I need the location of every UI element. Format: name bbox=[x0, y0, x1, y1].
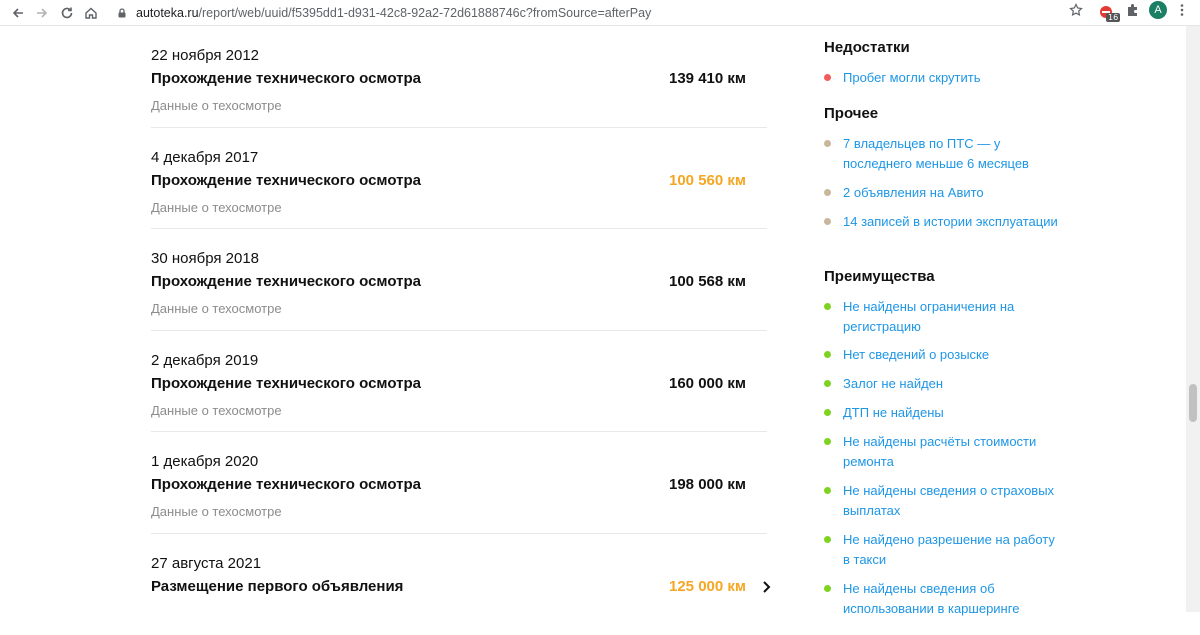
summary-section-title: Преимущества bbox=[824, 268, 935, 285]
extension-badge-count: 16 bbox=[1106, 13, 1120, 22]
history-event: 22 ноября 2012 Прохождение технического о… bbox=[151, 26, 767, 128]
summary-item-link[interactable]: Пробег могли скрутить bbox=[843, 68, 1063, 88]
event-title: Прохождение технического осмотра bbox=[151, 273, 421, 290]
event-subtitle: Данные о техосмотре bbox=[151, 98, 282, 113]
address-bar[interactable]: autoteka.ru/report/web/uuid/f5395dd1-d93… bbox=[108, 2, 1088, 24]
history-event: 2 декабря 2019 Прохождение технического о… bbox=[151, 331, 767, 433]
star-icon[interactable] bbox=[1066, 0, 1086, 20]
extension-icon[interactable]: 16 bbox=[1097, 6, 1117, 24]
summary-item-link[interactable]: 7 владельцев по ПТС — у последнего меньш… bbox=[843, 134, 1063, 173]
event-date: 22 ноября 2012 bbox=[151, 47, 259, 64]
page-scrollbar[interactable] bbox=[1186, 26, 1200, 612]
chevron-right-icon[interactable] bbox=[761, 580, 773, 594]
summary-item-link[interactable]: Залог не найден bbox=[843, 374, 1063, 394]
bullet-dot-icon bbox=[824, 380, 831, 387]
bullet-dot-icon bbox=[824, 74, 831, 81]
event-mileage: 100 560 км bbox=[669, 172, 746, 189]
event-date: 4 декабря 2017 bbox=[151, 149, 258, 166]
back-arrow-icon[interactable] bbox=[8, 3, 28, 23]
reload-icon[interactable] bbox=[57, 3, 77, 23]
summary-item-link[interactable]: 2 объявления на Авито bbox=[843, 183, 1063, 203]
bullet-dot-icon bbox=[824, 585, 831, 592]
history-event[interactable]: 27 августа 2021 Размещение первого объявл… bbox=[151, 534, 767, 635]
summary-item-link[interactable]: ДТП не найдены bbox=[843, 403, 1063, 423]
event-date: 27 августа 2021 bbox=[151, 555, 261, 572]
summary-item-link[interactable]: Не найдены сведения об использовании в к… bbox=[843, 579, 1063, 618]
event-subtitle: Данные о техосмотре bbox=[151, 200, 282, 215]
bullet-dot-icon bbox=[824, 438, 831, 445]
forward-arrow-icon[interactable] bbox=[32, 3, 52, 23]
event-title: Прохождение технического осмотра bbox=[151, 172, 421, 189]
home-icon[interactable] bbox=[81, 3, 101, 23]
event-mileage: 198 000 км bbox=[669, 476, 746, 493]
summary-item-link[interactable]: Не найдены расчёты стоимости ремонта bbox=[843, 432, 1063, 471]
event-date: 1 декабря 2020 bbox=[151, 453, 258, 470]
extensions-puzzle-icon[interactable] bbox=[1123, 0, 1143, 20]
event-title: Прохождение технического осмотра bbox=[151, 70, 421, 87]
event-date: 2 декабря 2019 bbox=[151, 352, 258, 369]
bullet-dot-icon bbox=[824, 487, 831, 494]
bullet-dot-icon bbox=[824, 409, 831, 416]
event-subtitle: Данные о техосмотре bbox=[151, 504, 282, 519]
history-events-list: 22 ноября 2012 Прохождение технического о… bbox=[151, 26, 767, 635]
bullet-dot-icon bbox=[824, 303, 831, 310]
scrollbar-thumb[interactable] bbox=[1189, 384, 1197, 422]
event-title: Размещение первого объявления bbox=[151, 578, 403, 595]
event-mileage: 139 410 км bbox=[669, 70, 746, 87]
summary-item-link[interactable]: Не найдено разрешение на работу в такси bbox=[843, 530, 1063, 569]
menu-dots-icon[interactable] bbox=[1172, 0, 1192, 20]
bullet-dot-icon bbox=[824, 351, 831, 358]
bullet-dot-icon bbox=[824, 140, 831, 147]
event-title: Прохождение технического осмотра bbox=[151, 375, 421, 392]
event-date: 30 ноября 2018 bbox=[151, 250, 259, 267]
event-mileage: 125 000 км bbox=[669, 578, 746, 595]
summary-section-title: Недостатки bbox=[824, 39, 910, 56]
event-subtitle: Данные о техосмотре bbox=[151, 403, 282, 418]
avatar-letter: A bbox=[1149, 1, 1167, 19]
history-event: 30 ноября 2018 Прохождение технического о… bbox=[151, 229, 767, 331]
event-mileage: 160 000 км bbox=[669, 375, 746, 392]
event-mileage: 100 568 км bbox=[669, 273, 746, 290]
browser-toolbar: autoteka.ru/report/web/uuid/f5395dd1-d93… bbox=[0, 0, 1200, 26]
bullet-dot-icon bbox=[824, 218, 831, 225]
summary-item-link[interactable]: Не найдены ограничения на регистрацию bbox=[843, 297, 1063, 336]
summary-section-title: Прочее bbox=[824, 105, 878, 122]
bullet-dot-icon bbox=[824, 536, 831, 543]
profile-avatar[interactable]: A bbox=[1148, 0, 1168, 20]
history-event: 4 декабря 2017 Прохождение технического о… bbox=[151, 128, 767, 230]
event-subtitle: Данные о техосмотре bbox=[151, 301, 282, 316]
history-event: 1 декабря 2020 Прохождение технического о… bbox=[151, 432, 767, 534]
summary-item-link[interactable]: 14 записей в истории эксплуатации bbox=[843, 212, 1063, 232]
summary-item-link[interactable]: Нет сведений о розыске bbox=[843, 345, 1063, 365]
summary-item-link[interactable]: Не найдены сведения о страховых выплатах bbox=[843, 481, 1063, 520]
lock-icon bbox=[116, 7, 128, 19]
bullet-dot-icon bbox=[824, 189, 831, 196]
url-text: autoteka.ru/report/web/uuid/f5395dd1-d93… bbox=[136, 6, 651, 20]
event-title: Прохождение технического осмотра bbox=[151, 476, 421, 493]
